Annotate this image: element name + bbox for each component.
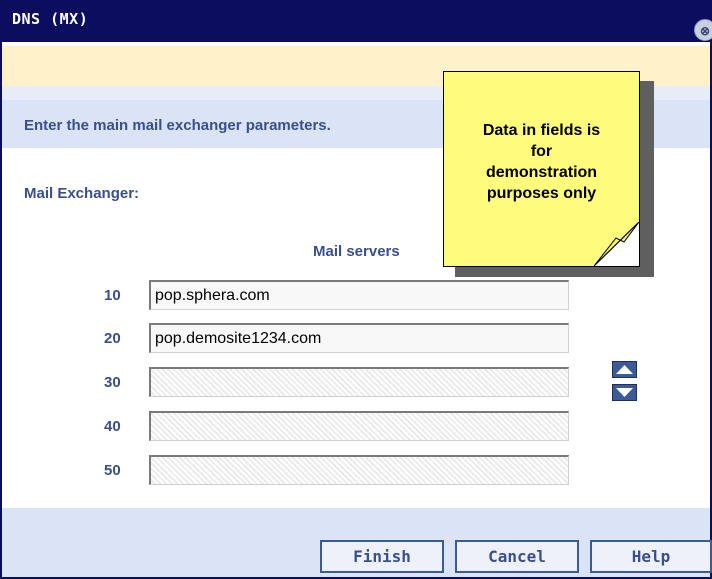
title-bar[interactable]: DNS (MX) ⊗ — [0, 0, 712, 42]
window-title: DNS (MX) — [12, 10, 89, 28]
mail-server-field-50[interactable] — [149, 455, 569, 485]
dns-mx-dialog: DNS (MX) ⊗ Enter the main mail exchanger… — [0, 0, 712, 579]
triangle-down-icon — [616, 388, 633, 397]
note-line-2: for — [530, 143, 553, 160]
mail-servers-header: Mail servers — [313, 243, 400, 260]
note-line-4: purposes only — [486, 185, 597, 202]
demo-sticky-note: Data in fields is for demonstration purp… — [443, 71, 640, 267]
mail-server-field-30[interactable] — [149, 367, 569, 397]
move-down-button[interactable] — [612, 384, 637, 401]
note-line-1: Data in fields is — [482, 122, 601, 139]
mail-server-field-10[interactable] — [149, 280, 569, 310]
triangle-up-icon — [616, 365, 633, 374]
mail-exchanger-label: Mail Exchanger: — [24, 185, 140, 202]
page-curl-icon — [594, 222, 640, 267]
mail-server-field-20[interactable] — [149, 323, 569, 353]
priority-label-20: 20 — [104, 330, 121, 347]
note-line-3: demonstration — [485, 164, 598, 181]
cancel-button[interactable]: Cancel — [455, 540, 579, 573]
priority-label-30: 30 — [104, 374, 121, 391]
priority-label-50: 50 — [104, 462, 121, 479]
priority-label-10: 10 — [104, 287, 121, 304]
priority-label-40: 40 — [104, 418, 121, 435]
help-button[interactable]: Help — [590, 540, 712, 573]
note-text: Data in fields is for demonstration purp… — [444, 120, 639, 204]
close-icon[interactable]: ⊗ — [694, 19, 712, 41]
mail-server-field-40[interactable] — [149, 411, 569, 441]
finish-button[interactable]: Finish — [320, 540, 444, 573]
instruction-text: Enter the main mail exchanger parameters… — [24, 117, 331, 134]
move-up-button[interactable] — [612, 361, 637, 378]
